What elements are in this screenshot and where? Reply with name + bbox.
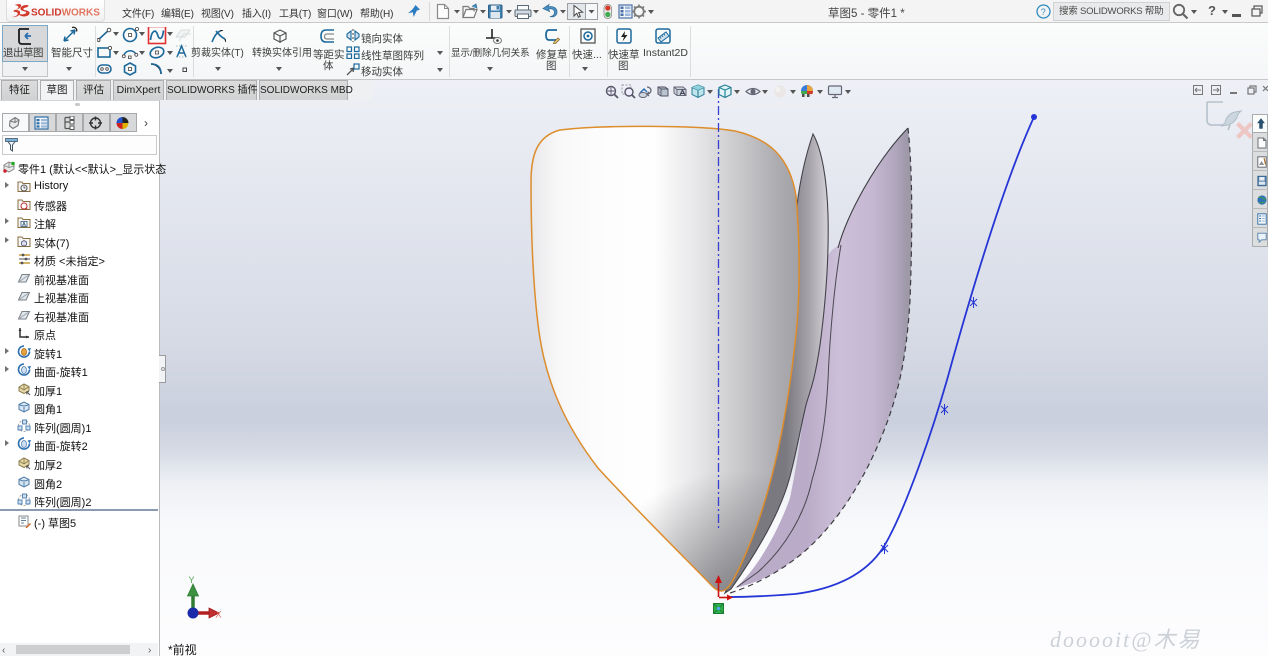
svg-text:A: A [22, 222, 26, 228]
svg-text:*前视: *前视 [168, 642, 197, 656]
svg-text:dooooit@木易: dooooit@木易 [1050, 627, 1201, 652]
svg-text:Y: Y [189, 575, 195, 585]
svg-text:?: ? [1041, 7, 1046, 17]
svg-text:X: X [216, 610, 222, 620]
svg-text:SOLIDWORKS: SOLIDWORKS [31, 8, 100, 19]
